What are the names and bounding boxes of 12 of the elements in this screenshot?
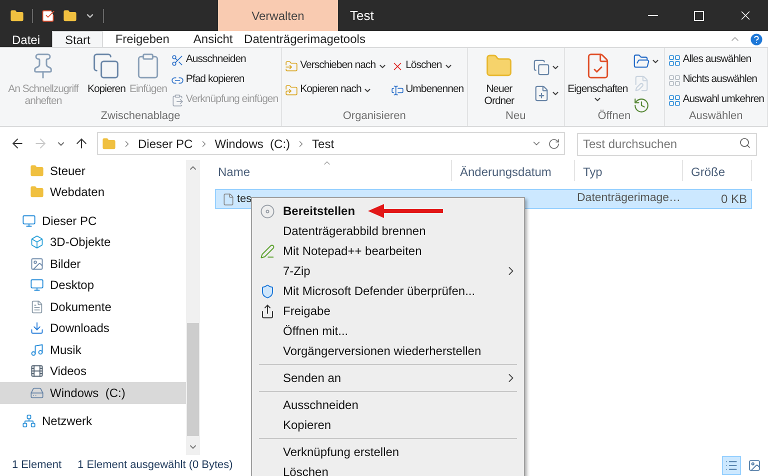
contextual-tab-header: Verwalten (218, 0, 338, 31)
file-size: 0 KB (720, 191, 748, 208)
file-type: Datenträgerimage… (576, 191, 682, 206)
selection-info: 1 Element ausgewählt (0 Bytes) (78, 458, 233, 474)
item-count: 1 Element (12, 458, 62, 474)
window-title: Test (350, 6, 374, 25)
group-label: Neu (506, 109, 526, 124)
group-label: Organisieren (342, 109, 406, 124)
file-name: tes (237, 192, 252, 207)
group-label: Auswählen (688, 109, 743, 124)
group-label: Öffnen (598, 109, 631, 124)
group-label: Zwischenablage (100, 109, 180, 124)
